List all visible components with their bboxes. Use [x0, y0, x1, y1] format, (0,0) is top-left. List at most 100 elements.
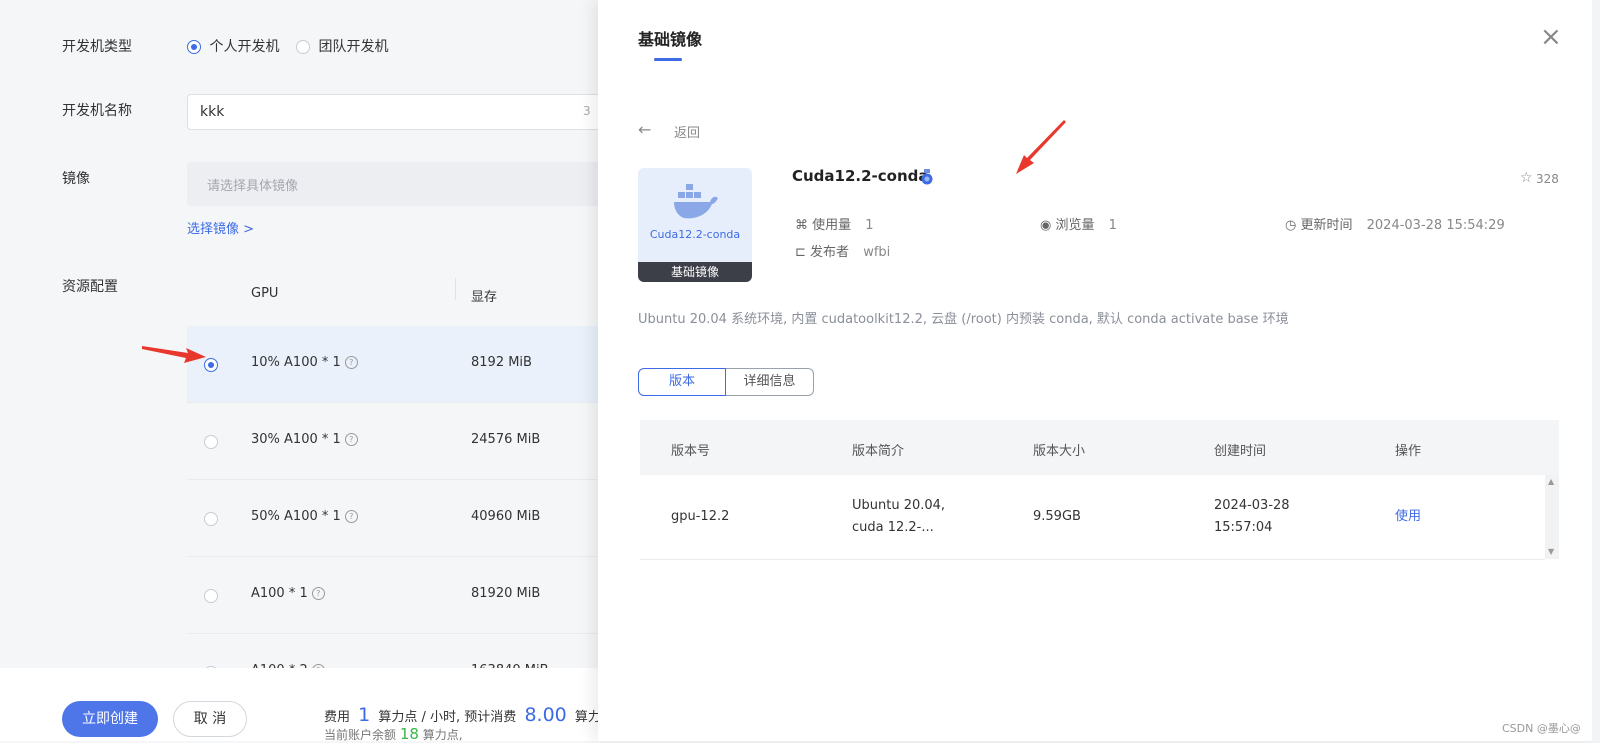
docker-whale-icon [674, 184, 718, 219]
back-arrow-icon[interactable]: ← [638, 120, 651, 139]
fee-value: 1 [358, 704, 371, 726]
time-cell: 15:57:04 [1214, 520, 1273, 535]
logo-text: Cuda12.2-conda [649, 228, 741, 241]
intro-cell-line2: cuda 12.2-... [852, 520, 934, 535]
type-option-team[interactable]: 团队开发机 [296, 36, 388, 56]
gpu-cell: 30% A100 * 1? [251, 432, 358, 447]
views-label: 浏览量 [1055, 218, 1095, 233]
th-version: 版本号 [671, 444, 711, 459]
tab-underline [654, 58, 682, 61]
balance-prefix: 当前账户余额 [324, 728, 397, 742]
help-icon[interactable]: ? [344, 356, 358, 369]
th-created: 创建时间 [1214, 444, 1267, 459]
balance-unit: 算力点, [422, 728, 463, 742]
image-logo-card: Cuda12.2-conda 基础镜像 [638, 168, 752, 282]
image-select-placeholder: 请选择具体镜像 [207, 179, 299, 194]
size-cell: 9.59GB [1033, 509, 1081, 524]
mem-cell: 40960 MiB [471, 509, 541, 524]
name-input-value: kkk [200, 104, 225, 120]
type-label: 开发机类型 [62, 39, 132, 55]
version-cell: gpu-12.2 [671, 509, 730, 524]
gpu-header: GPU [251, 286, 279, 301]
usage-value: 1 [865, 218, 874, 233]
fee-unit: 算力点 / 小时, 预计消费 [378, 710, 517, 725]
th-size: 版本大小 [1033, 444, 1086, 459]
usage-stat: ⌘ 使用量 1 [795, 214, 874, 233]
mem-cell: 8192 MiB [471, 355, 532, 370]
scroll-down-icon[interactable]: ▼ [1548, 547, 1554, 556]
version-table-header: 版本号 版本简介 版本大小 创建时间 操作 [640, 420, 1559, 475]
views-stat: ◉ 浏览量 1 [1040, 214, 1117, 233]
publisher-stat: ⊏ 发布者 wfbi [795, 241, 890, 260]
table-row[interactable]: 50% A100 * 1? 40960 MiB [187, 480, 598, 557]
help-icon[interactable]: ? [344, 433, 358, 446]
publisher-label: 发布者 [810, 245, 850, 260]
publisher-value: wfbi [863, 245, 891, 260]
base-image-badge: 基础镜像 [638, 262, 752, 282]
table-row: gpu-12.2 Ubuntu 20.04, cuda 12.2-... 9.5… [640, 475, 1545, 560]
image-description: Ubuntu 20.04 系统环境, 内置 cudatoolkit12.2, 云… [638, 312, 1289, 327]
row-radio[interactable] [204, 435, 218, 449]
gpu-cell: 50% A100 * 1? [251, 509, 358, 524]
image-name: Cuda12.2-conda [792, 167, 929, 185]
name-label: 开发机名称 [62, 103, 132, 119]
updated-stat: ◷ 更新时间 2024-03-28 15:54:29 [1285, 214, 1505, 233]
eye-icon: ◉ [1040, 218, 1052, 233]
drawer-tab-title[interactable]: 基础镜像 [638, 26, 702, 50]
create-dev-machine-form: 开发机类型 个人开发机 团队开发机 开发机名称 kkk 3 镜像 请选择具体镜像… [0, 0, 598, 741]
type-option-personal[interactable]: 个人开发机 [187, 36, 279, 56]
table-row[interactable]: 30% A100 * 1? 24576 MiB [187, 403, 598, 480]
balance-line: 当前账户余额 18 算力点, [324, 725, 463, 743]
image-select[interactable]: 请选择具体镜像 [187, 162, 598, 206]
create-button[interactable]: 立即创建 [62, 701, 158, 737]
est-value: 8.00 [524, 704, 567, 726]
radio-personal[interactable] [187, 40, 201, 54]
name-input[interactable]: kkk 3 [187, 94, 598, 130]
row-radio[interactable] [204, 512, 218, 526]
th-action: 操作 [1395, 444, 1422, 459]
resource-label: 资源配置 [62, 279, 118, 295]
version-tabs: 版本 详细信息 [638, 368, 814, 396]
header-divider [455, 278, 456, 300]
annotation-arrow-left [142, 346, 206, 363]
table-row[interactable]: 10% A100 * 1? 8192 MiB [187, 326, 598, 403]
official-medal-icon [921, 169, 933, 185]
close-icon[interactable]: × [1540, 20, 1562, 54]
mem-header: 显存 [471, 290, 498, 305]
table-scrollbar[interactable]: ▲ ▼ [1545, 475, 1559, 559]
clock-icon: ◷ [1285, 218, 1297, 233]
gpu-cell: A100 * 1? [251, 586, 325, 601]
help-icon[interactable]: ? [344, 510, 358, 523]
tab-version[interactable]: 版本 [638, 368, 726, 396]
views-value: 1 [1108, 218, 1117, 233]
back-link[interactable]: 返回 [674, 122, 700, 141]
gpu-cell: 10% A100 * 1? [251, 355, 358, 370]
date-cell: 2024-03-28 [1214, 498, 1290, 513]
watermark: CSDN @墨心@ [1502, 722, 1581, 735]
use-link[interactable]: 使用 [1395, 506, 1421, 528]
image-label: 镜像 [62, 171, 90, 187]
usage-label: 使用量 [812, 218, 852, 233]
mem-cell: 24576 MiB [471, 432, 541, 447]
row-radio[interactable] [204, 589, 218, 603]
tab-details[interactable]: 详细信息 [726, 368, 814, 396]
fee-line: 费用 1 算力点 / 小时, 预计消费 8.00 算力 [324, 704, 601, 726]
cancel-button[interactable]: 取 消 [173, 701, 247, 737]
publisher-icon: ⊏ [795, 245, 806, 260]
fee-prefix: 费用 [324, 710, 351, 725]
scroll-up-icon[interactable]: ▲ [1548, 477, 1554, 486]
balance-value: 18 [399, 725, 419, 743]
star-count: 328 [1536, 172, 1559, 186]
choose-image-link[interactable]: 选择镜像 > [187, 218, 254, 237]
help-icon[interactable]: ? [311, 587, 325, 600]
type-option-personal-label: 个人开发机 [209, 39, 280, 55]
table-row[interactable]: A100 * 1? 81920 MiB [187, 557, 598, 634]
updated-value: 2024-03-28 15:54:29 [1366, 218, 1505, 233]
radio-team[interactable] [296, 40, 310, 54]
star-icon[interactable]: ☆ [1520, 170, 1533, 186]
page-scrollbar[interactable] [1592, 0, 1600, 741]
usage-icon: ⌘ [795, 218, 808, 233]
mem-cell: 81920 MiB [471, 586, 541, 601]
name-counter: 3 [583, 104, 591, 118]
intro-cell-line1: Ubuntu 20.04, [852, 498, 946, 513]
